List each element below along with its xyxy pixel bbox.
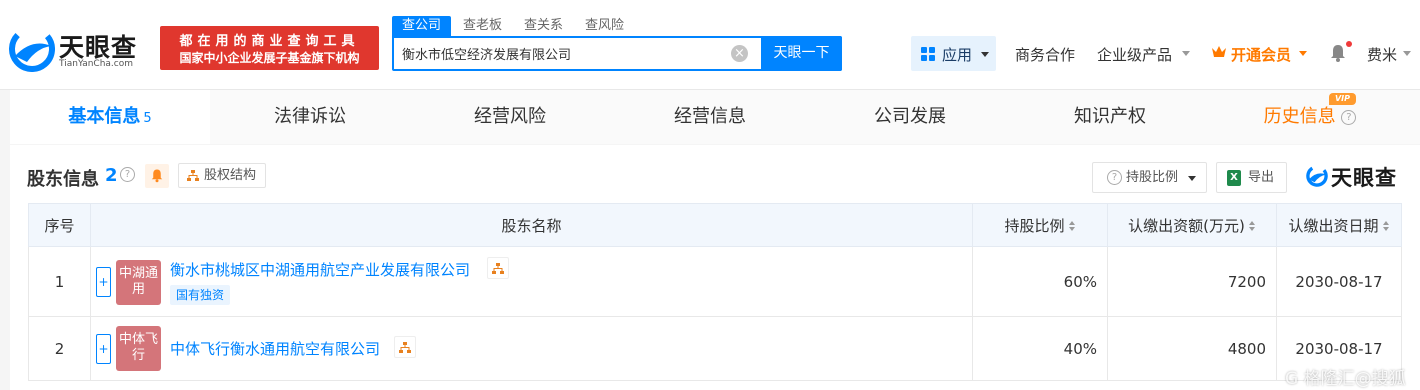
equity-chart-button[interactable]	[487, 257, 509, 279]
tab-company-development[interactable]: 公司发展	[810, 90, 1010, 144]
shareholder-section: 股东信息 2 ? 股权结构 ? 持股比例 X 导出 天眼查 序号 股东名称 持股…	[10, 145, 1420, 390]
tab-label: 历史信息	[1263, 106, 1336, 127]
col-ratio-label: 持股比例	[1004, 216, 1065, 235]
col-shareholder-header: 股东名称	[90, 203, 973, 247]
chevron-down-icon	[981, 52, 989, 57]
subscribed-amount: 7200	[1107, 246, 1277, 317]
col-amount-label: 认缴出资额(万元)	[1128, 216, 1245, 235]
equity-structure-button[interactable]: 股权结构	[178, 163, 266, 188]
notification-dot	[1346, 41, 1352, 47]
help-icon[interactable]: ?	[1341, 109, 1357, 125]
col-date-header[interactable]: 认缴出资日期	[1276, 203, 1402, 247]
row-index: 1	[28, 246, 91, 317]
bell-icon	[151, 169, 163, 183]
col-amount-header[interactable]: 认缴出资额(万元)	[1107, 203, 1277, 247]
tab-legal-litigation[interactable]: 法律诉讼	[210, 90, 410, 144]
monitor-bell-button[interactable]	[145, 164, 169, 188]
tab-operation-risk[interactable]: 经营风险	[410, 90, 610, 144]
top-header: 天眼查 TianYanCha.com 都在用的商业查询工具 国家中小企业发展子基…	[0, 0, 1420, 90]
table-row: 2 + 中体飞行 中体飞行衡水通用航空有限公司 40% 4800 2030-08…	[28, 316, 1402, 381]
crown-icon	[1212, 46, 1226, 57]
source-watermark: G 格隆汇@搜狐	[1285, 369, 1406, 389]
shareholder-table: 序号 股东名称 持股比例 认缴出资额(万元) 认缴出资日期 1 + 中湖通用 衡…	[28, 203, 1402, 381]
app-menu-label: 应用	[942, 46, 973, 64]
user-menu[interactable]: 费米	[1367, 44, 1397, 65]
equity-chart-button[interactable]	[394, 336, 416, 358]
company-avatar: 中体飞行	[116, 326, 161, 371]
holding-ratio: 60%	[972, 246, 1108, 317]
tab-basic-info[interactable]: 基本信息 5	[10, 90, 210, 144]
tab-label: 基本信息	[68, 106, 141, 127]
col-date-label: 认缴出资日期	[1288, 216, 1379, 235]
state-owned-tag: 国有独资	[170, 285, 231, 305]
row-index: 2	[28, 316, 91, 381]
tab-count: 5	[143, 111, 152, 126]
brand-name: 天眼查	[1331, 166, 1397, 190]
grid-icon	[921, 47, 935, 61]
search-type-tabs: 查公司 查老板 查关系 查风险	[392, 16, 636, 36]
search-button[interactable]: 天眼一下	[761, 36, 842, 71]
slogan-banner: 都在用的商业查询工具 国家中小企业发展子基金旗下机构	[160, 26, 379, 70]
expand-button[interactable]: +	[96, 334, 111, 364]
table-row: 1 + 中湖通用 衡水市桃城区中湖通用航空产业发展有限公司 国有独资 60% 7…	[28, 246, 1402, 317]
tianyancha-logo[interactable]: 天眼查 TianYanCha.com	[9, 24, 154, 74]
subscription-date: 2030-08-17	[1276, 246, 1402, 317]
tab-history-info[interactable]: 历史信息 ?	[1210, 90, 1410, 144]
section-count: 2	[105, 165, 118, 186]
company-avatar: 中湖通用	[116, 260, 161, 305]
tianyancha-eye-logo-icon	[9, 26, 55, 72]
sort-icon	[1068, 220, 1076, 232]
nav-business-cooperation[interactable]: 商务合作	[1015, 44, 1075, 65]
search-tab-risk[interactable]: 查风险	[575, 16, 634, 36]
sort-icon	[1382, 220, 1390, 232]
expand-button[interactable]: +	[96, 267, 111, 297]
search-box: × 天眼一下	[392, 36, 842, 71]
shareholder-name-link[interactable]: 中体飞行衡水通用航空有限公司	[170, 338, 380, 359]
vip-badge: VIP	[1329, 93, 1356, 105]
org-chart-icon	[187, 170, 199, 181]
col-index-header: 序号	[28, 203, 91, 247]
shareholder-cell: + 中体飞行 中体飞行衡水通用航空有限公司	[90, 316, 973, 381]
tab-intellectual-property[interactable]: 知识产权	[1010, 90, 1210, 144]
chevron-down-icon	[1182, 51, 1190, 56]
search-input[interactable]	[394, 38, 734, 69]
shareholder-name-link[interactable]: 衡水市桃城区中湖通用航空产业发展有限公司	[170, 259, 470, 280]
org-chart-icon	[399, 342, 411, 353]
col-ratio-header[interactable]: 持股比例	[972, 203, 1108, 247]
shareholder-cell: + 中湖通用 衡水市桃城区中湖通用航空产业发展有限公司 国有独资	[90, 246, 973, 317]
search-tab-boss[interactable]: 查老板	[453, 16, 512, 36]
search-tab-company[interactable]: 查公司	[392, 16, 452, 36]
help-icon: ?	[1107, 170, 1122, 185]
chevron-down-icon	[1299, 51, 1307, 56]
search-tab-relation[interactable]: 查关系	[514, 16, 573, 36]
holding-ratio: 40%	[972, 316, 1108, 381]
sort-icon	[1248, 220, 1256, 232]
slogan-line-2: 国家中小企业发展子基金旗下机构	[179, 51, 360, 65]
ratio-filter-label: 持股比例	[1126, 170, 1179, 185]
tianyancha-eye-logo-icon	[1306, 165, 1328, 187]
logo-domain: TianYanCha.com	[59, 59, 134, 69]
org-chart-icon	[492, 263, 504, 274]
export-label: 导出	[1248, 170, 1275, 185]
export-button[interactable]: X 导出	[1216, 162, 1287, 193]
table-header-row: 序号 股东名称 持股比例 认缴出资额(万元) 认缴出资日期	[28, 203, 1402, 247]
chevron-down-icon	[1188, 176, 1196, 181]
equity-structure-label: 股权结构	[204, 168, 257, 183]
clear-icon[interactable]: ×	[731, 45, 748, 62]
nav-enterprise-products[interactable]: 企业级产品	[1097, 44, 1172, 65]
holding-ratio-filter[interactable]: ? 持股比例	[1092, 162, 1207, 193]
notification-bell-icon[interactable]	[1330, 44, 1346, 62]
tianyancha-brand-logo: 天眼查	[1306, 162, 1401, 190]
slogan-line-1: 都在用的商业查询工具	[179, 34, 360, 49]
nav-open-vip[interactable]: 开通会员	[1231, 44, 1291, 65]
subscribed-amount: 4800	[1107, 316, 1277, 381]
app-menu-button[interactable]: 应用	[911, 36, 996, 71]
excel-icon: X	[1227, 170, 1241, 186]
help-icon[interactable]: ?	[120, 167, 135, 182]
tab-operation-info[interactable]: 经营信息	[610, 90, 810, 144]
company-tab-bar: 基本信息 5 法律诉讼 经营风险 经营信息 公司发展 知识产权 历史信息 ?	[10, 90, 1420, 144]
section-title: 股东信息	[27, 169, 99, 190]
chevron-down-icon	[1403, 51, 1411, 56]
